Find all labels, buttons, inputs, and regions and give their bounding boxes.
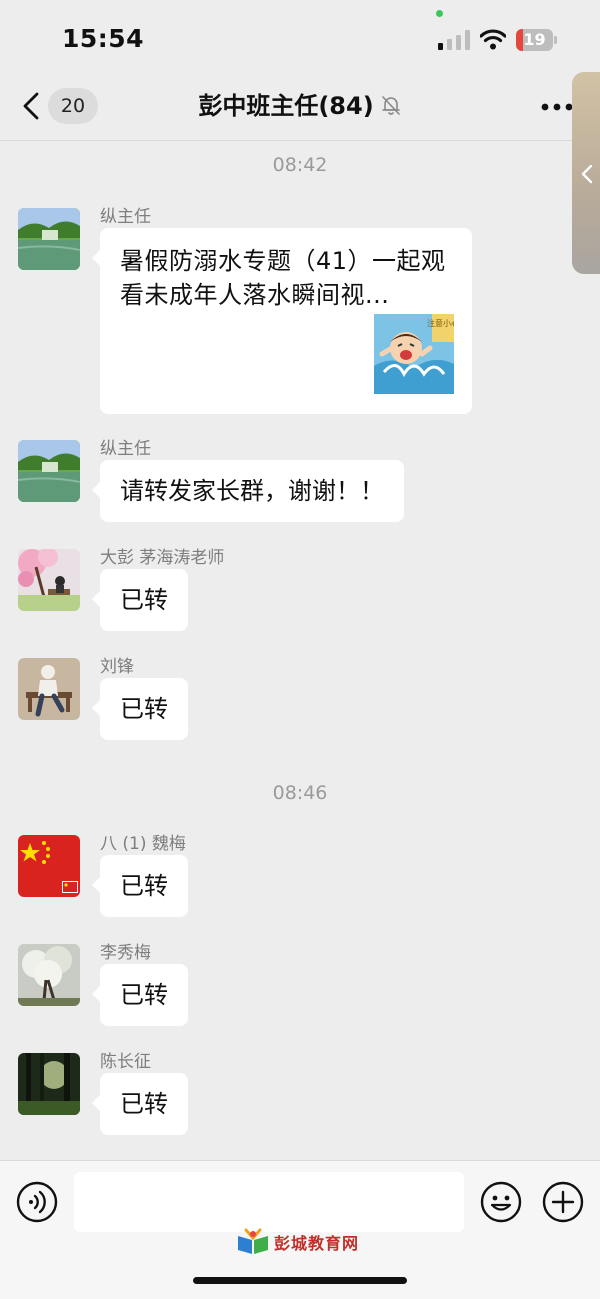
avatar-lake-image: [18, 208, 80, 270]
home-indicator[interactable]: [193, 1277, 407, 1284]
text-message-bubble[interactable]: 已转: [92, 855, 188, 917]
link-card-title: 暑假防溺水专题（41）一起观看未成年人落水瞬间视...: [120, 247, 446, 309]
mic-indicator-dot: [436, 10, 443, 17]
timestamp: 08:46: [272, 782, 328, 804]
chat-header: 20 彭中班主任(84): [0, 72, 600, 141]
avatar[interactable]: [18, 208, 80, 270]
text-message-bubble[interactable]: 请转发家长群，谢谢！！: [92, 460, 404, 522]
avatar[interactable]: [18, 944, 80, 1006]
voice-icon[interactable]: [16, 1181, 58, 1223]
status-time: 15:54: [62, 24, 145, 53]
message-input[interactable]: [74, 1172, 464, 1232]
timestamp: 08:42: [272, 154, 328, 176]
avatar-tree-image: [18, 944, 80, 1006]
text-message-bubble[interactable]: 已转: [92, 964, 188, 1026]
link-message-card[interactable]: 暑假防溺水专题（41）一起观看未成年人落水瞬间视... 注意小心: [92, 228, 472, 414]
avatar[interactable]: [18, 440, 80, 502]
sender-name: 大彭 茅海涛老师: [100, 548, 225, 568]
avatar-illustration-image: [18, 658, 80, 720]
wifi-icon: [480, 29, 506, 50]
plus-icon[interactable]: [542, 1181, 584, 1223]
battery-level: 19: [523, 30, 546, 49]
avatar[interactable]: [18, 835, 80, 897]
avatar-forest-image: [18, 1053, 80, 1115]
cellular-signal-icon: [438, 30, 470, 50]
back-chevron-icon[interactable]: [22, 92, 40, 120]
sender-name: 八 (1) 魏梅: [100, 834, 186, 854]
avatar-lake-image: [18, 440, 80, 502]
avatar-blossom-image: [18, 549, 80, 611]
sender-name: 陈长征: [100, 1052, 151, 1072]
avatar[interactable]: [18, 549, 80, 611]
avatar[interactable]: [18, 658, 80, 720]
link-card-thumbnail: 注意小心: [374, 314, 454, 394]
avatar[interactable]: [18, 1053, 80, 1115]
chat-title[interactable]: 彭中班主任(84): [198, 92, 373, 120]
text-message-bubble[interactable]: 已转: [92, 569, 188, 631]
thumb-caption: 注意小心: [427, 318, 454, 328]
more-icon[interactable]: [540, 102, 574, 112]
sender-name: 纵主任: [100, 439, 151, 459]
mute-bell-icon: [381, 96, 400, 115]
sender-name: 纵主任: [100, 207, 151, 227]
watermark: 彭城教育网: [236, 1228, 358, 1258]
sender-name: 李秀梅: [100, 943, 151, 963]
avatar-flag-image: [18, 835, 80, 897]
book-logo-icon: [238, 1228, 268, 1254]
watermark-text: 彭城教育网: [274, 1234, 360, 1253]
battery-icon: 19: [516, 29, 558, 51]
text-message-bubble[interactable]: 已转: [92, 678, 188, 740]
sender-name: 刘锋: [100, 657, 134, 677]
emoji-icon[interactable]: [480, 1181, 522, 1223]
text-message-bubble[interactable]: 已转: [92, 1073, 188, 1135]
unread-count-badge[interactable]: 20: [48, 88, 98, 124]
